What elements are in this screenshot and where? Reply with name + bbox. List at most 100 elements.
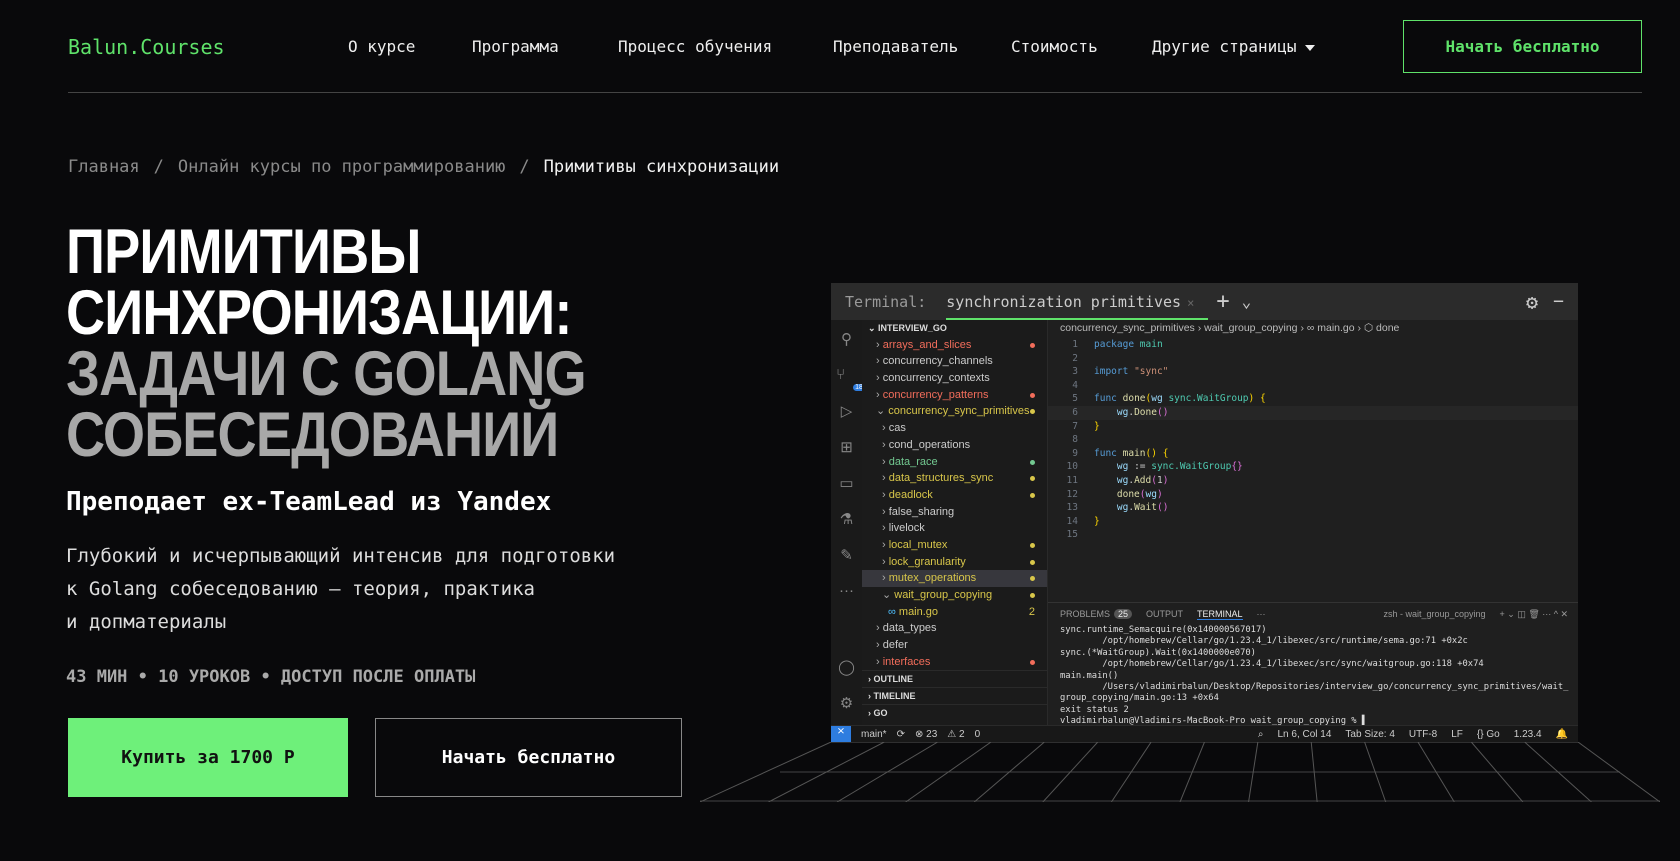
source-control-icon[interactable]: ⑂18 [836,366,865,392]
header-divider [68,92,1642,93]
nav-other-label: Другие страницы [1152,37,1297,56]
close-icon[interactable]: × [1187,296,1194,310]
code-line: 4 [1048,379,1578,393]
title-line: СИНХРОНИЗАЦИИ: [66,278,572,348]
settings-icon[interactable]: ⚙ [840,694,853,720]
explorer-item-label: concurrency_sync_primitives [888,405,1030,418]
explorer-item[interactable]: › concurrency_contexts [862,370,1047,387]
code-line: 15 [1048,528,1578,542]
explorer-item-label: arrays_and_slices [882,338,972,351]
status-version[interactable]: 1.23.4 [1514,729,1542,740]
status-encoding[interactable]: UTF-8 [1409,729,1437,740]
nav-teacher[interactable]: Преподаватель [833,37,958,56]
explorer-item[interactable]: › data_types [862,620,1047,637]
explorer-item[interactable]: › livelock [862,520,1047,537]
sync-icon[interactable]: ⟳ [897,729,905,740]
explorer-item[interactable]: › arrays_and_slices [862,337,1047,354]
terminal-tab[interactable]: synchronization primitives × [946,285,1209,321]
code-area[interactable]: 1 package main 2 3 import "sync" 4 5 func done(… [1048,336,1578,542]
header-start-free-button[interactable]: Начать бесплатно [1403,20,1642,73]
remote-icon[interactable]: ⨯ [831,725,851,742]
logo[interactable]: Balun.Courses [68,35,225,59]
explorer-root[interactable]: ⌄ INTERVIEW_GO [862,320,1047,337]
status-ports[interactable]: 0 [975,729,981,740]
explorer-item[interactable]: › lock_granularity [862,554,1047,571]
explorer-item[interactable]: › interfaces [862,654,1047,671]
panel-more-icon[interactable]: ··· [1257,609,1266,619]
terminal-output[interactable]: sync.runtime_Semacquire(0x140000567017) … [1048,625,1578,728]
status-branch[interactable]: main* [861,729,887,740]
tab-problems[interactable]: PROBLEMS 25 [1060,609,1133,619]
explorer-item-label: data_types [882,622,937,635]
explorer-item[interactable]: › data_structures_sync [862,470,1047,487]
status-errors[interactable]: ⊗ 23 [915,729,937,740]
breadcrumb-courses[interactable]: Онлайн курсы по программированию [178,157,506,177]
breadcrumb-current: Примитивы синхронизации [543,157,780,177]
start-free-button[interactable]: Начать бесплатно [375,718,682,797]
panel-actions-icon[interactable]: + ⌄ ◫ 🗑 ··· ^ ✕ [1500,609,1578,620]
explorer-item[interactable]: › concurrency_channels [862,353,1047,370]
go-file-icon: ∞ [888,605,899,618]
more-icon[interactable]: ··· [839,582,854,608]
explorer-item[interactable]: ⌄ wait_group_copying [862,587,1047,604]
nav-about[interactable]: О курсе [348,37,415,56]
explorer-item[interactable]: ∞ main.go 2 [862,604,1047,621]
title-line: ПРИМИТИВЫ [66,217,421,287]
explorer-item[interactable]: › defer [862,637,1047,654]
line-number: 2 [1072,352,1078,364]
explorer-section-outline[interactable]: › OUTLINE [862,670,1047,687]
git-status-dot [1030,659,1035,665]
breadcrumb-home[interactable]: Главная [68,157,140,177]
explorer-item[interactable]: › mutex_operations [862,570,1047,587]
explorer-item[interactable]: › false_sharing [862,504,1047,521]
testing-icon[interactable]: ⚗ [840,510,853,536]
status-position[interactable]: Ln 6, Col 14 [1277,729,1331,740]
status-language[interactable]: {} Go [1477,729,1500,740]
chevron-down-icon[interactable]: ⌄ [1242,292,1252,311]
buy-button[interactable]: Купить за 1700 Р [68,718,348,797]
line-number: 3 [1072,366,1078,378]
tab-output[interactable]: OUTPUT [1146,609,1183,619]
explorer-item[interactable]: › cond_operations [862,437,1047,454]
terminal-line: sync.runtime_Semacquire(0x140000567017) [1060,625,1267,635]
nav-other-pages[interactable]: Другие страницы [1152,37,1315,56]
account-icon[interactable]: ◯ [838,658,855,684]
terminal-line: sync.(*WaitGroup).Wait(0x1400000e070) [1060,647,1256,658]
editor-breadcrumb[interactable]: concurrency_sync_primitives › wait_group… [1048,320,1578,336]
remote-icon[interactable]: ▭ [839,474,853,500]
git-status-dot [1030,492,1035,498]
explorer-item[interactable]: › deadlock [862,487,1047,504]
minimize-icon[interactable]: − [1553,291,1564,312]
search-icon[interactable]: ⚲ [841,330,852,356]
git-status-dot [1030,576,1035,582]
extensions-icon[interactable]: ⊞ [840,438,853,464]
title-line: ЗАДАЧИ С GOLANG [66,339,587,409]
nav-program[interactable]: Программа [472,37,559,56]
flask-icon[interactable]: ✎ [840,546,853,572]
chevron-right-icon: › [882,538,889,551]
explorer-item-label: interfaces [882,655,931,668]
explorer-item[interactable]: › cas [862,420,1047,437]
tab-terminal[interactable]: TERMINAL [1197,609,1243,620]
explorer-item[interactable]: › data_race [862,454,1047,471]
plus-icon[interactable]: + [1216,289,1229,314]
status-eol[interactable]: LF [1451,729,1463,740]
nav-process[interactable]: Процесс обучения [618,37,772,56]
explorer-item-label: livelock [888,522,925,535]
nav-price[interactable]: Стоимость [1011,37,1098,56]
status-warnings[interactable]: ⚠ 2 [947,729,964,740]
shell-selector[interactable]: zsh - wait_group_copying [1383,609,1485,619]
explorer-section-go[interactable]: › GO [862,703,1047,721]
explorer-item-label: concurrency_channels [882,355,993,368]
explorer-item[interactable]: ⌄ concurrency_sync_primitives [862,403,1047,420]
caret-down-icon [1304,44,1315,51]
explorer-section-timeline[interactable]: › TIMELINE [862,687,1047,704]
status-tabsize[interactable]: Tab Size: 4 [1345,729,1394,740]
run-debug-icon[interactable]: ▷ [841,402,853,428]
bell-icon[interactable]: 🔔 [1556,729,1568,740]
explorer-item[interactable]: › concurrency_patterns [862,387,1047,404]
activity-bar: ⚲ ⑂18 ▷ ⊞ ▭ ⚗ ✎ ··· ◯ ⚙ [831,320,865,725]
explorer-item[interactable]: › local_mutex [862,537,1047,554]
gear-icon[interactable]: ⚙ [1526,290,1538,314]
zoom-icon[interactable]: ⌕ [1258,729,1264,740]
